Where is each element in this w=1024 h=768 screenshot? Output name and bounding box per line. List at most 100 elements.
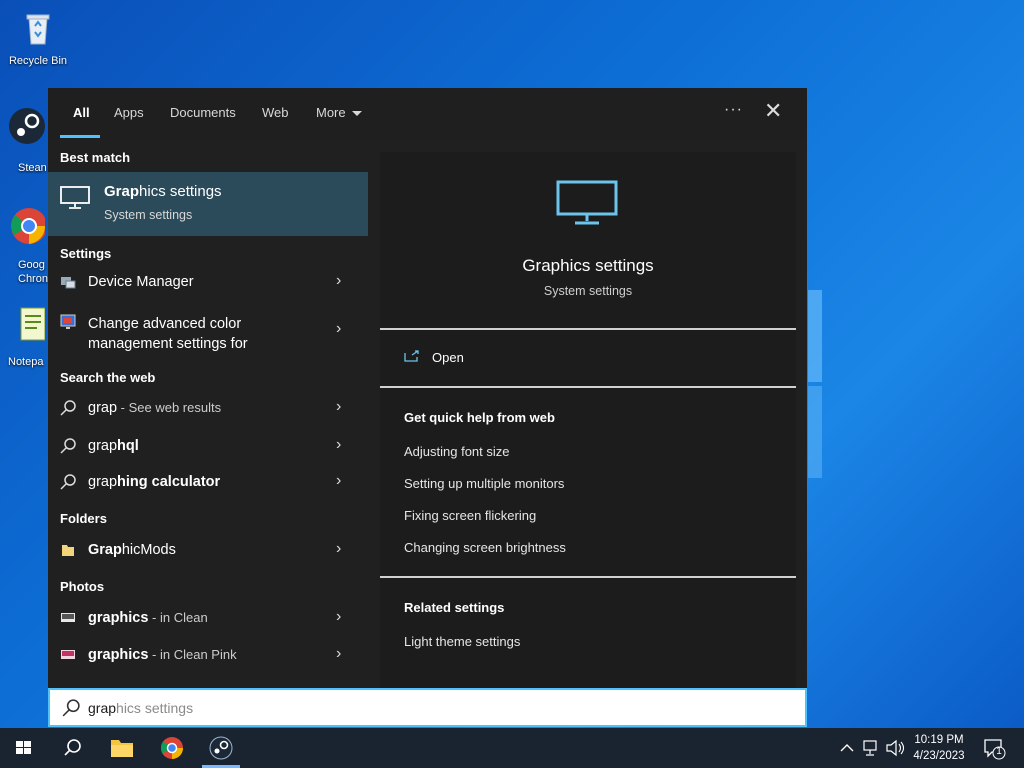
search-icon (60, 400, 76, 416)
chrome-icon (11, 208, 47, 244)
help-link[interactable]: Adjusting font size (404, 444, 510, 459)
taskbar-file-explorer[interactable] (98, 728, 146, 768)
clock-time: 10:19 PM (914, 734, 964, 746)
network-tray-button[interactable] (860, 728, 882, 768)
close-button[interactable]: ✕ (764, 100, 782, 122)
result-device-manager[interactable]: Device Manager › (48, 264, 368, 300)
search-icon (60, 438, 76, 454)
color-management-icon (60, 314, 76, 329)
help-link[interactable]: Setting up multiple monitors (404, 476, 564, 491)
chevron-right-icon[interactable]: › (336, 608, 341, 626)
chevron-right-icon[interactable]: › (336, 272, 341, 290)
best-match-result[interactable]: Graphics settings System settings (48, 172, 368, 236)
image-thumbnail-icon (61, 650, 75, 659)
chevron-right-icon[interactable]: › (336, 436, 341, 454)
open-icon (404, 350, 419, 362)
help-link[interactable]: Fixing screen flickering (404, 508, 536, 523)
result-label: grap - See web results (88, 400, 222, 416)
desktop-icon-notepad[interactable]: Notepa (0, 304, 50, 368)
chevron-right-icon[interactable]: › (336, 398, 341, 416)
desktop-icon-recycle-bin[interactable]: Recycle Bin (2, 8, 74, 67)
preview-title: Graphics settings (522, 256, 654, 275)
folder-icon (111, 740, 133, 757)
search-icon (64, 739, 81, 756)
result-label: Device Manager (88, 274, 194, 290)
section-heading-best-match: Best match (60, 150, 131, 165)
search-input[interactable]: graphics settings (48, 688, 807, 727)
photo-result-clean[interactable]: graphics - in Clean › (48, 600, 368, 636)
preview-subtitle: System settings (543, 284, 633, 298)
open-label: Open (432, 350, 464, 365)
steam-icon (209, 736, 233, 760)
notification-center-button[interactable]: 1 (980, 728, 1010, 768)
search-icon (62, 699, 80, 717)
tab-all[interactable]: All (73, 105, 90, 120)
chrome-icon (160, 737, 183, 759)
steam-icon (9, 108, 45, 144)
folder-result-graphicmods[interactable]: GraphicMods › (48, 532, 368, 568)
clock-date: 4/23/2023 (913, 750, 965, 762)
desktop-icon-label: Notepa (8, 356, 44, 368)
tab-documents[interactable]: Documents (170, 105, 236, 120)
result-label: graphics - in Clean Pink (88, 647, 237, 663)
result-label: Change advanced color management setting… (88, 316, 248, 352)
web-result-grap[interactable]: grap - See web results › (48, 390, 368, 426)
web-result-graphing-calculator[interactable]: graphing calculator › (48, 464, 368, 500)
best-match-title: Graphics settings (104, 183, 222, 200)
active-tab-indicator (60, 135, 100, 138)
image-thumbnail-icon (61, 613, 75, 622)
wallpaper-beam (808, 290, 822, 382)
clock[interactable]: 10:19 PM 4/23/2023 (900, 732, 978, 764)
chevron-right-icon[interactable]: › (336, 645, 341, 663)
desktop-icon-chrome[interactable]: Goog Chron (0, 204, 50, 285)
result-label: graphics - in Clean (88, 610, 208, 626)
search-autocomplete: hics settings (116, 700, 194, 716)
search-icon (60, 474, 76, 490)
chevron-right-icon[interactable]: › (336, 472, 341, 490)
tab-web[interactable]: Web (262, 105, 289, 120)
quick-help-heading: Get quick help from web (404, 410, 555, 425)
start-button[interactable] (0, 728, 48, 768)
tab-apps[interactable]: Apps (114, 105, 144, 120)
desktop-icon-label: Stean (18, 162, 47, 174)
network-icon (863, 740, 877, 756)
device-manager-icon (61, 277, 76, 289)
tab-more[interactable]: More (316, 105, 362, 120)
search-tabs: All Apps Documents Web More ··· ✕ (48, 88, 807, 140)
divider (380, 576, 796, 578)
monitor-icon (60, 186, 90, 209)
search-panel: All Apps Documents Web More ··· ✕ Best m… (48, 88, 807, 688)
more-options-icon[interactable]: ··· (724, 101, 743, 119)
chevron-right-icon[interactable]: › (336, 540, 341, 558)
notification-count: 1 (996, 746, 1002, 757)
related-settings-heading: Related settings (404, 600, 505, 615)
result-label: graphing calculator (88, 474, 221, 490)
web-result-graphql[interactable]: graphql › (48, 428, 368, 464)
chevron-right-icon[interactable]: › (336, 320, 341, 338)
section-heading-photos: Photos (60, 579, 105, 594)
taskbar-steam[interactable] (197, 728, 245, 768)
desktop-icon-steam[interactable]: Stean (0, 106, 50, 174)
results-list: Best match Graphics settings System sett… (48, 140, 368, 688)
photo-result-clean-pink[interactable]: graphics - in Clean Pink › (48, 637, 368, 673)
monitor-icon (556, 180, 618, 225)
section-heading-folders: Folders (60, 511, 107, 526)
help-link[interactable]: Changing screen brightness (404, 540, 566, 555)
wallpaper-beam (808, 386, 822, 478)
taskbar: 10:19 PM 4/23/2023 1 (0, 728, 1024, 768)
chevron-up-icon (840, 744, 854, 752)
taskbar-chrome[interactable] (148, 728, 196, 768)
taskbar-search-button[interactable] (48, 728, 96, 768)
open-action[interactable]: Open (404, 350, 464, 365)
windows-logo-icon (16, 741, 31, 754)
preview-pane: Graphics settings System settings Open G… (380, 152, 796, 688)
desktop-icon-label: Goog Chron (18, 259, 48, 285)
notepad-icon (20, 307, 46, 341)
show-hidden-icons-button[interactable] (838, 728, 856, 768)
folder-icon (62, 545, 74, 556)
result-color-management[interactable]: Change advanced color management setting… (48, 300, 368, 352)
related-link[interactable]: Light theme settings (404, 634, 520, 649)
section-heading-settings: Settings (60, 246, 112, 261)
recycle-bin-icon (26, 14, 50, 45)
best-match-subtitle: System settings (104, 208, 193, 222)
